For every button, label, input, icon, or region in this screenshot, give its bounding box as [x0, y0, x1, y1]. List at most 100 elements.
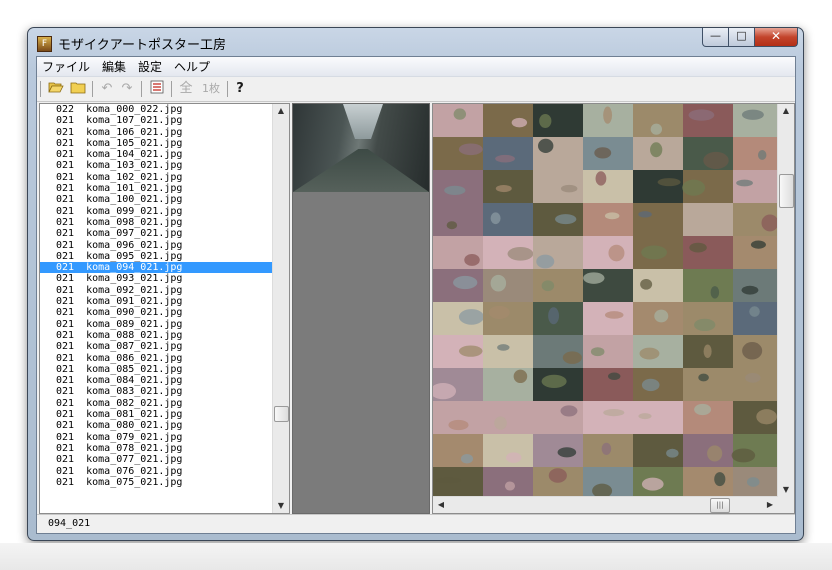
menu-settings[interactable]: 設定: [138, 58, 168, 75]
scroll-left-arrow-icon[interactable]: ◀: [433, 498, 449, 512]
mosaic-tile-detail: [749, 306, 760, 317]
target-image-thumbnail[interactable]: [293, 104, 429, 192]
toolbar-separator: [40, 81, 41, 97]
file-row-name: koma_107_021.jpg: [86, 115, 183, 127]
mosaic-tile-detail: [641, 245, 667, 260]
file-list-row[interactable]: 021 koma_103_021.jpg: [40, 160, 273, 171]
file-list-row[interactable]: 021 koma_092_021.jpg: [40, 285, 273, 296]
file-list-row[interactable]: 021 koma_095_021.jpg: [40, 251, 273, 262]
help-button[interactable]: ?: [232, 80, 248, 98]
scroll-right-arrow-icon[interactable]: ▶: [762, 498, 778, 512]
file-list-row[interactable]: 021 koma_098_021.jpg: [40, 217, 273, 228]
menu-edit[interactable]: 編集: [102, 58, 132, 75]
file-row-number: 021: [56, 442, 75, 454]
file-list-row[interactable]: 021 koma_104_021.jpg: [40, 149, 273, 160]
file-row-name: koma_083_021.jpg: [86, 386, 183, 398]
redo-button[interactable]: ↷: [117, 80, 137, 98]
mosaic-tile: [583, 335, 633, 368]
mosaic-tile-detail: [694, 318, 716, 332]
file-list-row[interactable]: 021 koma_096_021.jpg: [40, 240, 273, 251]
mosaic-vertical-scrollbar[interactable]: ▲ ▼: [777, 104, 794, 497]
menu-help[interactable]: ヘルプ: [174, 58, 216, 75]
file-row-name: koma_099_021.jpg: [86, 205, 183, 217]
file-list-scrollbar[interactable]: ▲ ▼: [272, 104, 289, 513]
file-list-row[interactable]: 021 koma_086_021.jpg: [40, 353, 273, 364]
mosaic-tile-detail: [698, 373, 709, 382]
file-row-name: koma_095_021.jpg: [86, 250, 183, 262]
file-list-row[interactable]: 021 koma_090_021.jpg: [40, 307, 273, 318]
scroll-down-arrow-icon[interactable]: ▼: [273, 499, 289, 513]
file-list-row[interactable]: 021 koma_091_021.jpg: [40, 296, 273, 307]
scroll-up-arrow-icon[interactable]: ▲: [778, 104, 794, 118]
file-list-row[interactable]: 021 koma_088_021.jpg: [40, 330, 273, 341]
folder-button[interactable]: [68, 80, 88, 98]
close-icon: ✕: [770, 29, 782, 43]
file-list-row[interactable]: 021 koma_097_021.jpg: [40, 228, 273, 239]
file-list[interactable]: 022 koma_000_022.jpg 021 koma_107_021.jpg…: [40, 104, 273, 488]
minimize-icon: —: [710, 29, 721, 42]
file-list-row[interactable]: 021 koma_093_021.jpg: [40, 273, 273, 284]
scrollbar-thumb[interactable]: [274, 406, 289, 422]
scroll-up-arrow-icon[interactable]: ▲: [273, 104, 289, 118]
mosaic-tile-detail: [448, 419, 469, 431]
menu-file[interactable]: ファイル: [42, 58, 96, 75]
file-list-row[interactable]: 021 koma_079_021.jpg: [40, 432, 273, 443]
file-list-row[interactable]: 021 koma_100_021.jpg: [40, 194, 273, 205]
file-list-row[interactable]: 021 koma_102_021.jpg: [40, 172, 273, 183]
title-bar[interactable]: F モザイクアートポスター工房 — □ ✕: [28, 28, 803, 56]
file-row-name: koma_106_021.jpg: [86, 126, 183, 138]
file-list-row[interactable]: 021 koma_105_021.jpg: [40, 138, 273, 149]
all-button[interactable]: 全: [176, 80, 196, 98]
file-list-row[interactable]: 021 koma_083_021.jpg: [40, 386, 273, 397]
file-list-row[interactable]: 021 koma_077_021.jpg: [40, 454, 273, 465]
mosaic-tile-detail: [714, 472, 726, 487]
file-list-row[interactable]: 021 koma_106_021.jpg: [40, 127, 273, 138]
mosaic-tile-detail: [595, 171, 607, 186]
file-row-name: koma_105_021.jpg: [86, 137, 183, 149]
file-list-row[interactable]: 021 koma_101_021.jpg: [40, 183, 273, 194]
mosaic-tile-detail: [641, 378, 660, 392]
file-list-row[interactable]: 021 koma_094_021.jpg: [40, 262, 273, 274]
file-list-row[interactable]: 021 koma_081_021.jpg: [40, 409, 273, 420]
file-row-name: koma_081_021.jpg: [86, 409, 183, 421]
scrollbar-corner: [778, 497, 794, 513]
mosaic-tile: [733, 368, 778, 401]
mosaic-hscroll-thumb[interactable]: |||: [710, 498, 730, 513]
minimize-button[interactable]: —: [702, 28, 729, 47]
file-list-row[interactable]: 021 koma_107_021.jpg: [40, 115, 273, 126]
app-icon[interactable]: F: [37, 36, 52, 52]
maximize-button[interactable]: □: [729, 28, 755, 47]
file-list-row[interactable]: 021 koma_085_021.jpg: [40, 364, 273, 375]
mosaic-tile: [533, 269, 583, 302]
scroll-down-arrow-icon[interactable]: ▼: [778, 483, 794, 497]
file-row-name: koma_000_022.jpg: [86, 104, 183, 115]
file-list-row[interactable]: 021 koma_089_021.jpg: [40, 319, 273, 330]
list-button[interactable]: [147, 80, 167, 98]
file-row-number: 021: [56, 126, 75, 138]
file-list-row[interactable]: 021 koma_080_021.jpg: [40, 420, 273, 431]
undo-button[interactable]: ↶: [97, 80, 117, 98]
mosaic-tile-detail: [548, 468, 567, 483]
open-folder-button[interactable]: [46, 80, 66, 98]
mosaic-horizontal-scrollbar[interactable]: ◀ ||| ▶: [433, 496, 778, 513]
file-row-number: 021: [56, 273, 75, 285]
file-list-row[interactable]: 022 koma_000_022.jpg: [40, 104, 273, 115]
file-row-name: koma_103_021.jpg: [86, 160, 183, 172]
file-list-row[interactable]: 021 koma_078_021.jpg: [40, 443, 273, 454]
menu-bar: ファイル 編集 設定 ヘルプ: [37, 57, 795, 77]
file-list-row[interactable]: 021 koma_075_021.jpg: [40, 477, 273, 488]
mosaic-vscroll-thumb[interactable]: [779, 174, 794, 208]
mosaic-tile-detail: [548, 307, 560, 325]
one-sheet-button[interactable]: 1枚: [198, 80, 224, 98]
mosaic-tile-detail: [435, 477, 462, 484]
file-list-row[interactable]: 021 koma_099_021.jpg: [40, 206, 273, 217]
mosaic-canvas[interactable]: [433, 104, 778, 497]
close-button[interactable]: ✕: [755, 28, 798, 47]
mosaic-tile-detail: [490, 274, 507, 292]
file-row-name: koma_086_021.jpg: [86, 352, 183, 364]
file-list-row[interactable]: 021 koma_084_021.jpg: [40, 375, 273, 386]
file-list-row[interactable]: 021 koma_082_021.jpg: [40, 398, 273, 409]
file-list-row[interactable]: 021 koma_087_021.jpg: [40, 341, 273, 352]
mosaic-tile-detail: [736, 179, 753, 187]
file-list-row[interactable]: 021 koma_076_021.jpg: [40, 466, 273, 477]
